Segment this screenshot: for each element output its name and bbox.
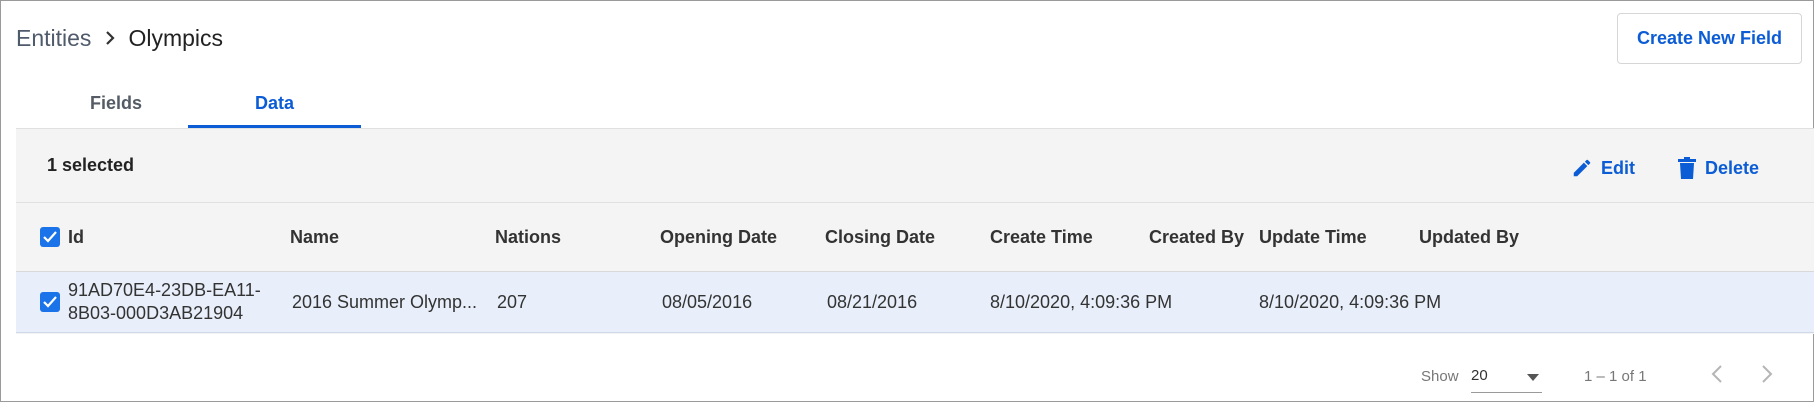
checkmark-icon — [40, 292, 60, 312]
checkmark-icon — [40, 227, 60, 247]
page-range: 1 – 1 of 1 — [1584, 367, 1647, 385]
column-header-update-time[interactable]: Update Time — [1259, 203, 1367, 271]
cell-id: 91AD70E4-23DB-EA11-8B03-000D3AB21904 — [68, 280, 261, 323]
breadcrumb-root-link[interactable]: Entities — [16, 25, 91, 52]
column-header-opening-date[interactable]: Opening Date — [660, 203, 777, 271]
column-header-id[interactable]: Id — [68, 203, 84, 271]
table-row[interactable]: 91AD70E4-23DB-EA11-8B03-000D3AB21904 201… — [16, 272, 1814, 333]
edit-button[interactable]: Edit — [1571, 155, 1635, 181]
next-page-button[interactable] — [1752, 361, 1782, 391]
page-size-select[interactable]: 20 — [1471, 359, 1542, 393]
select-all-checkbox[interactable] — [40, 203, 60, 271]
tab-bar: Fields Data — [16, 79, 361, 128]
chevron-right-icon — [105, 31, 115, 45]
column-header-create-time[interactable]: Create Time — [990, 203, 1093, 271]
cell-name: 2016 Summer Olymp... — [292, 291, 478, 312]
column-header-updated-by[interactable]: Updated By — [1419, 203, 1519, 271]
column-header-closing-date[interactable]: Closing Date — [825, 203, 935, 271]
page-size-value: 20 — [1471, 367, 1488, 384]
cell-closing-date: 08/21/2016 — [827, 291, 918, 312]
previous-page-button[interactable] — [1702, 361, 1732, 391]
pencil-icon — [1571, 157, 1593, 179]
cell-nations: 207 — [497, 291, 528, 312]
selection-count: 1 selected — [47, 155, 135, 175]
tab-data[interactable]: Data — [188, 79, 361, 128]
column-header-created-by[interactable]: Created By — [1149, 203, 1244, 271]
delete-label: Delete — [1705, 157, 1760, 178]
tab-fields[interactable]: Fields — [16, 79, 216, 128]
edit-label: Edit — [1601, 157, 1635, 178]
column-header-nations[interactable]: Nations — [495, 203, 561, 271]
table-header-row: Id Name Nations Opening Date Closing Dat… — [16, 203, 1814, 271]
page-size-label: Show — [1421, 367, 1459, 385]
cell-opening-date: 08/05/2016 — [662, 291, 753, 312]
trash-icon — [1677, 157, 1697, 179]
row-checkbox[interactable] — [40, 272, 60, 332]
create-new-field-button[interactable]: Create New Field — [1617, 13, 1802, 64]
cell-create-time: 8/10/2020, 4:09:36 PM — [990, 291, 1173, 312]
chevron-left-icon — [1711, 364, 1723, 388]
chevron-right-icon — [1761, 364, 1773, 388]
breadcrumb: Entities Olympics — [16, 23, 223, 53]
app-window: Entities Olympics Create New Field Field… — [0, 0, 1814, 402]
breadcrumb-current: Olympics — [128, 24, 223, 51]
column-header-name[interactable]: Name — [290, 203, 339, 271]
cell-update-time: 8/10/2020, 4:09:36 PM — [1259, 291, 1442, 312]
caret-down-icon — [1527, 369, 1539, 387]
delete-button[interactable]: Delete — [1677, 155, 1759, 181]
data-grid-panel: 1 selected Edit Delete Id Name Nations O… — [16, 129, 1814, 334]
